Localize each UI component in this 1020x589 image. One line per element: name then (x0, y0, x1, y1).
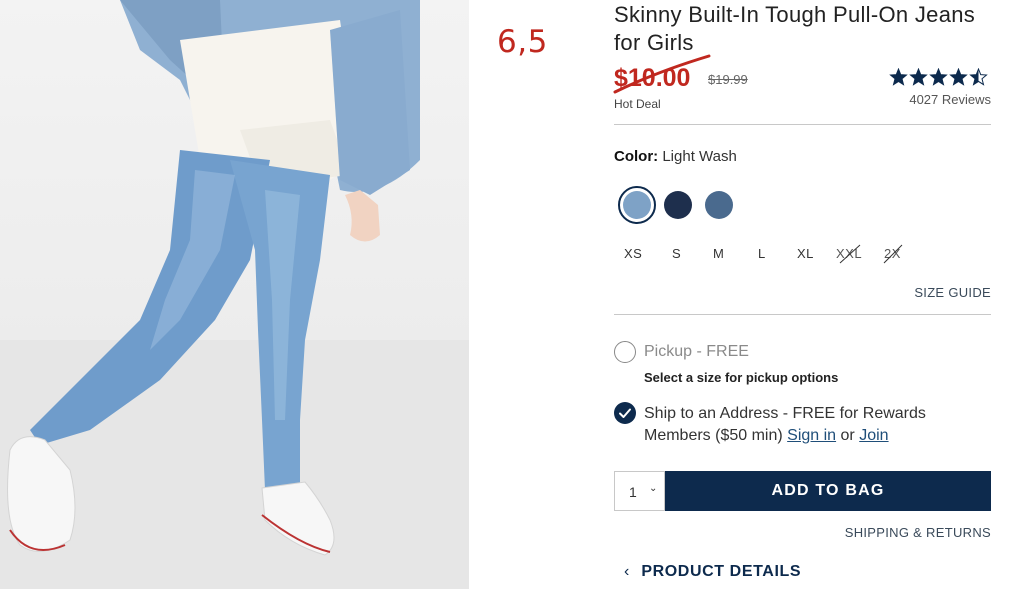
product-image[interactable] (0, 0, 469, 589)
size-m[interactable]: M (713, 246, 724, 261)
ship-to-address-label: Ship to an Address - FREE for Rewards Me… (644, 403, 984, 447)
chevron-down-icon: ⌄ (649, 483, 658, 494)
divider (614, 314, 991, 315)
add-to-bag-button[interactable]: ADD TO BAG (665, 471, 991, 511)
product-photo-illustration (0, 0, 469, 589)
checkmark-icon (619, 408, 631, 418)
size-s[interactable]: S (672, 246, 681, 261)
product-title: Skinny Built-In Tough Pull-On Jeans for … (614, 2, 976, 55)
chevron-left-icon: ‹ (624, 563, 630, 580)
size-xs[interactable]: XS (624, 246, 642, 261)
color-heading: Color: (614, 148, 659, 165)
size-xl[interactable]: XL (797, 246, 814, 261)
swatch-dark-wash[interactable] (664, 191, 692, 219)
sign-in-link[interactable]: Sign in (787, 427, 836, 444)
star-icon (909, 68, 928, 86)
or-text: or (840, 427, 855, 444)
original-price: $19.99 (708, 72, 748, 87)
pickup-radio[interactable] (614, 341, 636, 363)
quantity-value: 1 (629, 484, 637, 500)
rating-stars[interactable] (889, 68, 988, 86)
star-icon (929, 68, 948, 86)
swatch-medium-wash[interactable] (705, 191, 733, 219)
star-icon (889, 68, 908, 86)
selected-color-name: Light Wash (662, 148, 737, 165)
size-xxl-strike (839, 244, 861, 264)
ship-to-address-radio[interactable] (614, 402, 636, 424)
join-link[interactable]: Join (859, 427, 888, 444)
swatch-light-wash[interactable] (623, 191, 651, 219)
pickup-note: Select a size for pickup options (644, 370, 839, 385)
handwritten-strike-mark (613, 54, 711, 94)
product-details-toggle[interactable]: ‹ PRODUCT DETAILS (624, 563, 801, 581)
size-2x-strike (883, 244, 903, 264)
star-icon (969, 68, 988, 86)
color-label: Color: Light Wash (614, 148, 737, 165)
divider (614, 124, 991, 125)
deal-label: Hot Deal (614, 97, 661, 111)
size-l[interactable]: L (758, 246, 766, 261)
handwritten-note: 6,5 (497, 24, 548, 60)
product-details-label: PRODUCT DETAILS (641, 563, 802, 580)
size-guide-link[interactable]: SIZE GUIDE (914, 285, 991, 300)
pickup-label: Pickup - FREE (644, 343, 749, 360)
reviews-count[interactable]: 4027 Reviews (909, 92, 991, 107)
star-icon (949, 68, 968, 86)
shipping-returns-link[interactable]: SHIPPING & RETURNS (845, 525, 991, 540)
quantity-select[interactable]: 1 ⌄ (614, 471, 665, 511)
